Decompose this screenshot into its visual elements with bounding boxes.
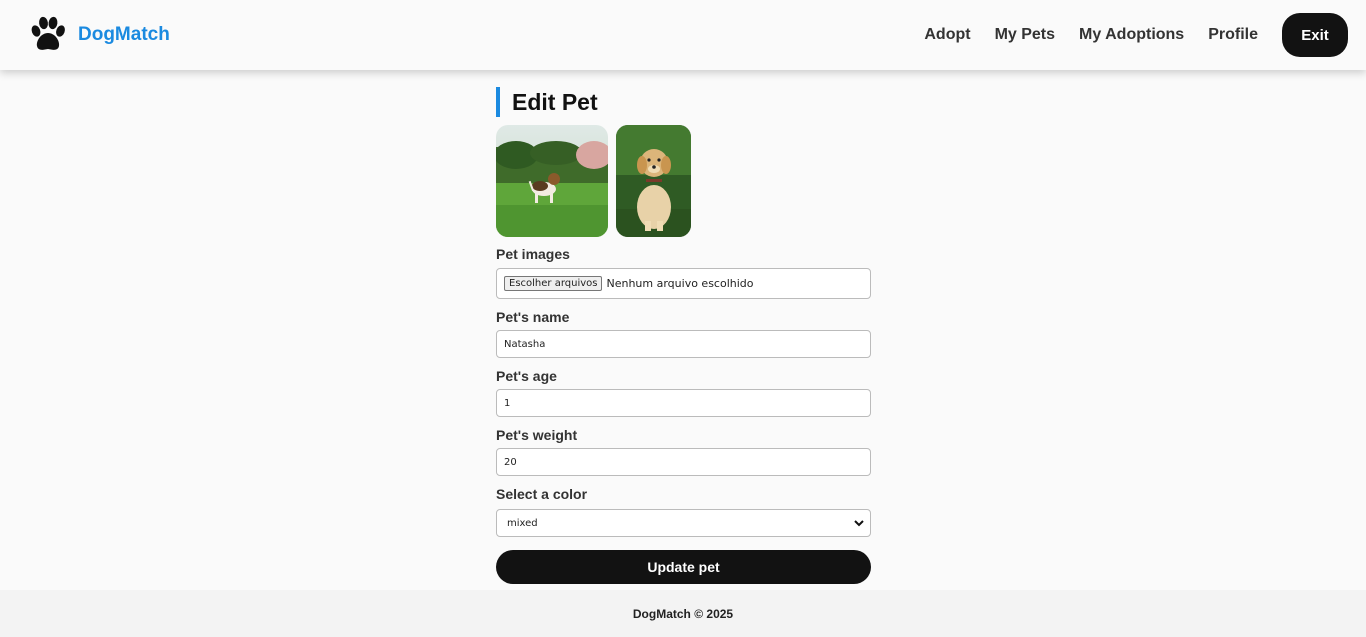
color-select-value: mixed xyxy=(507,517,538,529)
nav-adopt[interactable]: Adopt xyxy=(924,26,970,44)
file-status-text: Nenhum arquivo escolhido xyxy=(606,277,754,290)
footer: DogMatch © 2025 xyxy=(0,590,1366,637)
pet-weight-value: 20 xyxy=(504,456,517,468)
pet-image-golden-puppy xyxy=(616,125,691,237)
pet-weight-label: Pet's weight xyxy=(496,427,578,443)
paw-icon xyxy=(31,16,65,50)
pet-weight-input[interactable]: 20 xyxy=(496,448,871,476)
pet-images-file-input[interactable]: Escolher arquivos Nenhum arquivo escolhi… xyxy=(496,268,871,299)
edit-pet-form: Edit Pet Pet images Escolher arquivos Ne… xyxy=(496,87,871,584)
pet-name-label: Pet's name xyxy=(496,309,570,325)
pet-age-input[interactable]: 1 xyxy=(496,389,871,417)
pet-age-label: Pet's age xyxy=(496,368,557,384)
pet-age-value: 1 xyxy=(504,397,511,409)
brand-name[interactable]: DogMatch xyxy=(78,24,170,46)
pet-name-value: Natasha xyxy=(504,338,546,350)
update-pet-button[interactable]: Update pet xyxy=(496,550,871,584)
color-select-label: Select a color xyxy=(496,486,588,502)
pet-images xyxy=(496,125,871,237)
pet-name-input[interactable]: Natasha xyxy=(496,330,871,358)
pet-images-label: Pet images xyxy=(496,246,570,262)
exit-button[interactable]: Exit xyxy=(1282,13,1348,57)
page-title: Edit Pet xyxy=(496,87,871,117)
choose-files-button[interactable]: Escolher arquivos xyxy=(504,276,603,291)
nav-links: Adopt My Pets My Adoptions Profile Exit xyxy=(924,13,1348,57)
footer-text: DogMatch © 2025 xyxy=(632,606,734,621)
color-select[interactable]: mixed xyxy=(496,509,871,537)
chevron-down-icon xyxy=(854,520,864,527)
nav-my-pets[interactable]: My Pets xyxy=(995,26,1055,44)
navbar: DogMatch Adopt My Pets My Adoptions Prof… xyxy=(0,0,1366,70)
nav-my-adoptions[interactable]: My Adoptions xyxy=(1079,26,1184,44)
pet-image-beagle xyxy=(496,125,608,237)
nav-profile[interactable]: Profile xyxy=(1208,26,1258,44)
brand[interactable]: DogMatch xyxy=(28,15,170,55)
